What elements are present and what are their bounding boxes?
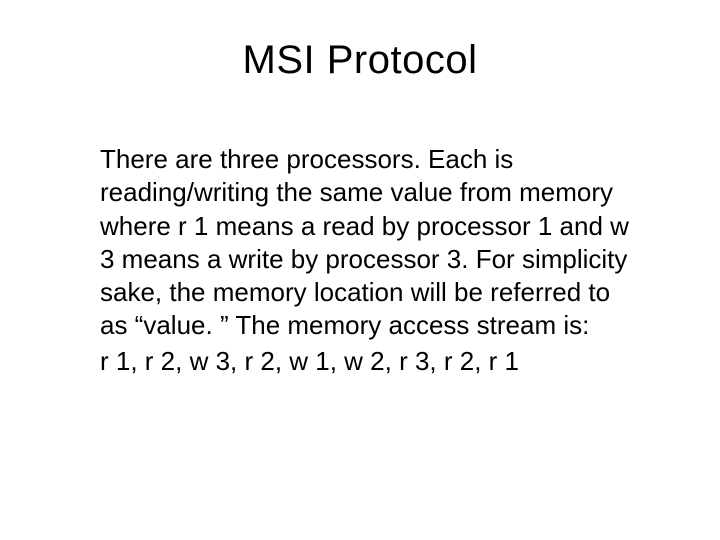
slide-container: MSI Protocol There are three processors.… <box>0 0 720 540</box>
slide-body: There are three processors. Each is read… <box>60 143 660 343</box>
access-stream: r 1, r 2, w 3, r 2, w 1, w 2, r 3, r 2, … <box>60 345 660 378</box>
slide-title: MSI Protocol <box>60 38 660 83</box>
